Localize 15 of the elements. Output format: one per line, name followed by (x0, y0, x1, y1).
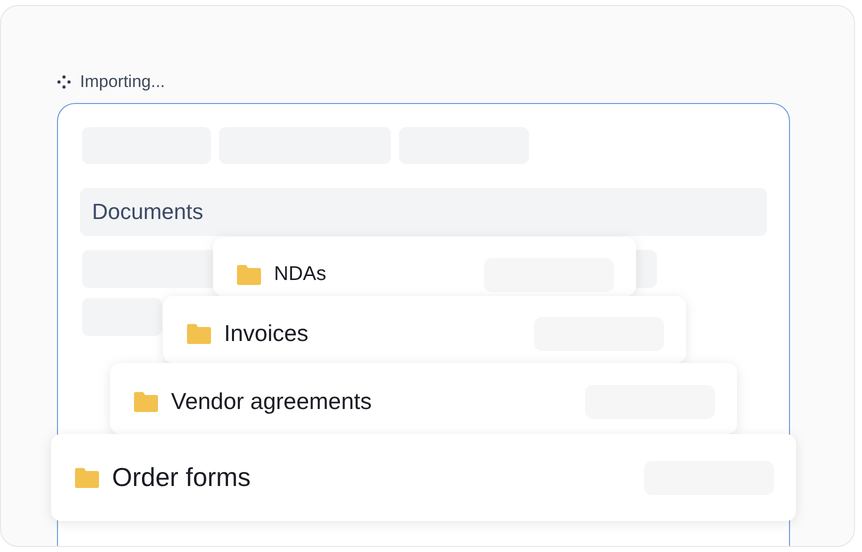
loading-icon (57, 75, 71, 89)
section-title: Documents (92, 199, 204, 225)
folder-card[interactable]: Invoices (163, 296, 686, 363)
folder-name: Order forms (112, 462, 251, 493)
folder-icon (187, 323, 211, 344)
folder-card[interactable]: Vendor agreements (110, 363, 737, 434)
folder-icon (75, 467, 99, 488)
folder-icon (134, 391, 158, 412)
folder-icon (237, 264, 261, 285)
folder-name: NDAs (274, 263, 326, 286)
status-text: Importing... (80, 72, 166, 92)
folder-name: Invoices (224, 320, 308, 347)
folder-name: Vendor agreements (171, 388, 372, 415)
folder-card[interactable]: NDAs (213, 237, 636, 296)
folder-card[interactable]: Order forms (51, 434, 796, 521)
